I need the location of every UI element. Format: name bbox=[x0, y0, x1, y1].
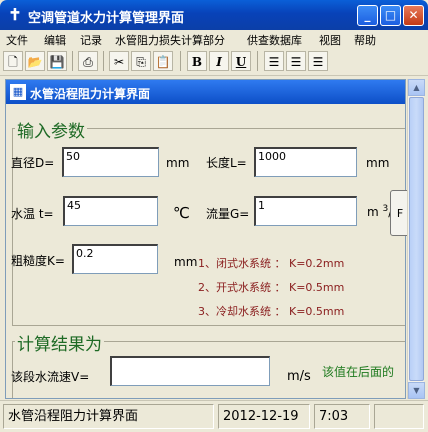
toolbar-separator bbox=[257, 51, 258, 71]
toolbar: 🗋 📂 💾 ⎙ ✂ ⎘ 📋 B I U ☰ ☰ ☰ bbox=[0, 48, 428, 76]
align-left-icon[interactable]: ☰ bbox=[264, 51, 284, 71]
scroll-up-icon[interactable]: ▲ bbox=[408, 79, 425, 96]
close-button[interactable]: ✕ bbox=[403, 5, 424, 26]
status-extra-panel bbox=[374, 404, 424, 429]
menu-bar: 文件 编辑 记录 水管阻力损失计算部分 供查数据库 视图 帮助 bbox=[0, 30, 428, 48]
menu-file[interactable]: 文件 bbox=[6, 32, 28, 48]
align-center-icon[interactable]: ☰ bbox=[286, 51, 306, 71]
cut-icon[interactable]: ✂ bbox=[109, 51, 129, 71]
diameter-unit: mm bbox=[166, 156, 190, 170]
underline-icon[interactable]: U bbox=[231, 51, 251, 71]
length-label: 长度L= bbox=[206, 156, 247, 170]
toolbar-separator bbox=[180, 51, 181, 71]
toolbar-separator bbox=[72, 51, 73, 71]
toolbar-separator bbox=[103, 51, 104, 71]
copy-icon[interactable]: ⎘ bbox=[131, 51, 151, 71]
status-bar: 水管沿程阻力计算界面 2012-12-19 7:03 bbox=[0, 400, 428, 432]
title-bar[interactable]: ✝ 空调管道水力计算管理界面 _ □ ✕ bbox=[0, 0, 428, 30]
velocity-hint: 该值在后面的 bbox=[322, 365, 395, 379]
roughness-label: 粗糙度K= bbox=[11, 254, 65, 268]
bold-icon[interactable]: B bbox=[187, 51, 207, 71]
input-params-title: 输入参数 bbox=[15, 117, 87, 142]
open-folder-icon[interactable]: 📂 bbox=[25, 51, 45, 71]
italic-icon[interactable]: I bbox=[209, 51, 229, 71]
child-window-icon: ▦ bbox=[10, 84, 26, 100]
note-open-system: 2、开式水系统 ： K=0.5mm bbox=[198, 281, 345, 294]
maximize-button[interactable]: □ bbox=[380, 5, 401, 26]
print-icon[interactable]: ⎙ bbox=[78, 51, 98, 71]
status-page-name: 水管沿程阻力计算界面 bbox=[3, 404, 214, 429]
velocity-unit: m/s bbox=[287, 369, 311, 384]
menu-help[interactable]: 帮助 bbox=[354, 32, 376, 48]
save-icon[interactable]: 💾 bbox=[47, 51, 67, 71]
app-icon: ✝ bbox=[8, 5, 22, 24]
results-title: 计算结果为 bbox=[15, 330, 104, 355]
length-unit: mm bbox=[366, 156, 390, 170]
vertical-scrollbar[interactable]: ▲ ▼ bbox=[407, 79, 425, 399]
new-file-icon[interactable]: 🗋 bbox=[3, 51, 23, 71]
roughness-input[interactable]: 0.2 bbox=[72, 244, 158, 274]
flow-input[interactable]: 1 bbox=[254, 196, 357, 226]
child-window-title: 水管沿程阻力计算界面 bbox=[30, 87, 151, 101]
note-cooling-system: 3、冷却水系统 ： K=0.5mm bbox=[198, 305, 345, 318]
water-temp-input[interactable]: 45 bbox=[63, 196, 158, 226]
flow-label: 流量G= bbox=[206, 207, 250, 221]
note-closed-system: 1、闭式水系统 ： K=0.2mm bbox=[198, 257, 345, 270]
velocity-output[interactable] bbox=[110, 356, 270, 386]
scroll-thumb[interactable] bbox=[409, 97, 424, 381]
child-title-bar[interactable]: ▦ 水管沿程阻力计算界面 bbox=[6, 80, 405, 104]
velocity-label: 该段水流速V= bbox=[11, 370, 90, 384]
align-right-icon[interactable]: ☰ bbox=[308, 51, 328, 71]
water-temp-label: 水温 t= bbox=[11, 207, 54, 221]
roughness-unit: mm bbox=[174, 255, 198, 269]
paste-icon[interactable]: 📋 bbox=[153, 51, 173, 71]
diameter-input[interactable]: 50 bbox=[62, 147, 159, 177]
menu-pipe-resistance[interactable]: 水管阻力损失计算部分 bbox=[115, 32, 225, 48]
minimize-button[interactable]: _ bbox=[357, 5, 378, 26]
water-temp-unit: ℃ bbox=[173, 204, 190, 222]
scroll-down-icon[interactable]: ▼ bbox=[408, 382, 425, 399]
menu-record[interactable]: 记录 bbox=[80, 32, 102, 48]
flow-unit-base: m bbox=[367, 205, 379, 219]
menu-database[interactable]: 供查数据库 bbox=[247, 32, 302, 48]
menu-view[interactable]: 视图 bbox=[319, 32, 341, 48]
status-date: 2012-12-19 bbox=[218, 404, 310, 429]
diameter-label: 直径D= bbox=[11, 156, 55, 170]
window-title: 空调管道水力计算管理界面 bbox=[28, 11, 185, 26]
menu-edit[interactable]: 编辑 bbox=[44, 32, 66, 48]
length-input[interactable]: 1000 bbox=[254, 147, 357, 177]
child-window: ▦ 水管沿程阻力计算界面 输入参数 直径D= 50 mm 长度L= 1000 m… bbox=[5, 79, 406, 399]
status-time: 7:03 bbox=[314, 404, 370, 429]
